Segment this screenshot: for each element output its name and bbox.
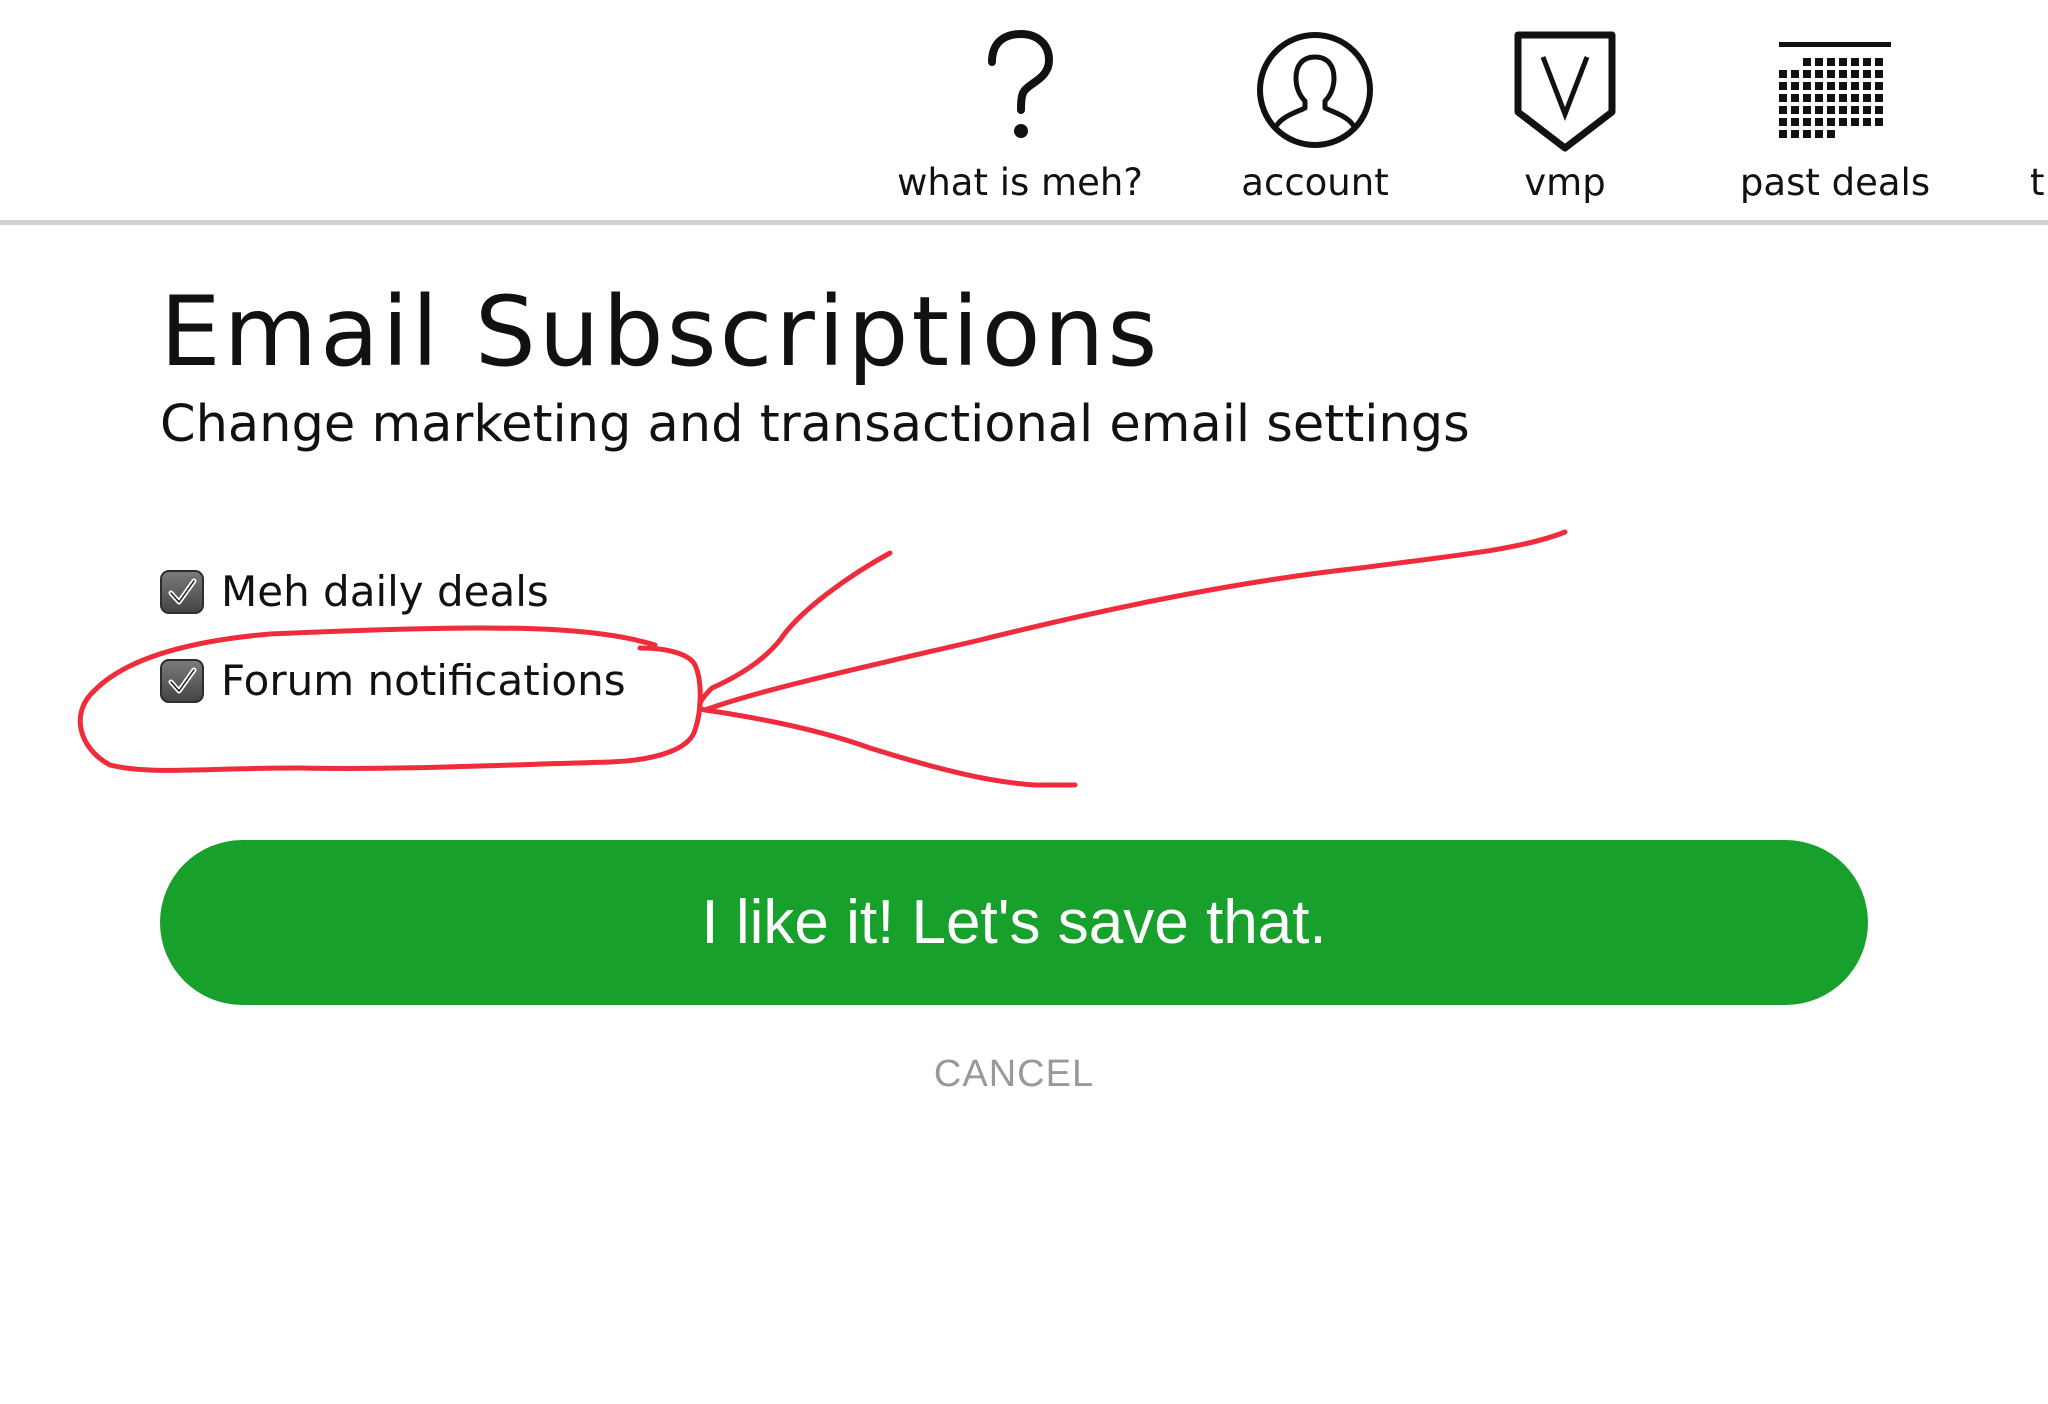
calendar-dot xyxy=(1851,58,1859,66)
page-subtitle: Change marketing and transactional email… xyxy=(160,395,1470,454)
v-shield-icon xyxy=(1513,30,1617,154)
nav-label: account xyxy=(1241,161,1389,204)
calendar-grid-icon xyxy=(1779,42,1891,140)
cancel-link[interactable]: CANCEL xyxy=(860,1050,1168,1098)
calendar-dot xyxy=(1779,94,1787,102)
calendar-dot xyxy=(1863,58,1871,66)
calendar-dot xyxy=(1803,106,1811,114)
calendar-dot xyxy=(1863,106,1871,114)
calendar-dot xyxy=(1815,70,1823,78)
calendar-dot xyxy=(1827,106,1835,114)
calendar-dot xyxy=(1839,82,1847,90)
calendar-dot xyxy=(1779,82,1787,90)
calendar-dot xyxy=(1791,118,1799,126)
calendar-dot xyxy=(1875,94,1883,102)
nav-label: vmp xyxy=(1524,161,1606,204)
calendar-dot xyxy=(1803,70,1811,78)
calendar-dot xyxy=(1851,94,1859,102)
calendar-dot xyxy=(1791,82,1799,90)
calendar-dot xyxy=(1803,94,1811,102)
nav-item-vmp[interactable]: vmp xyxy=(1470,0,1660,225)
calendar-dot xyxy=(1827,130,1835,138)
calendar-dot xyxy=(1779,118,1787,126)
calendar-dot xyxy=(1839,58,1847,66)
checkbox-forum-notifications[interactable] xyxy=(160,659,204,703)
calendar-dot xyxy=(1827,70,1835,78)
nav-label: t xyxy=(2030,161,2045,204)
checkmark-icon xyxy=(168,667,197,694)
calendar-dot xyxy=(1827,118,1835,126)
calendar-dot xyxy=(1791,130,1799,138)
calendar-dot xyxy=(1791,94,1799,102)
calendar-dot xyxy=(1815,118,1823,126)
nav-item-account[interactable]: account xyxy=(1205,0,1425,225)
option-label: Forum notifications xyxy=(221,656,626,705)
calendar-dot xyxy=(1815,130,1823,138)
top-navigation: what is meh? account vmp past deals t xyxy=(0,0,2048,225)
calendar-dot xyxy=(1875,58,1883,66)
calendar-dot xyxy=(1851,118,1859,126)
nav-label: past deals xyxy=(1739,161,1931,204)
calendar-dot xyxy=(1803,130,1811,138)
calendar-dot xyxy=(1803,118,1811,126)
calendar-dot xyxy=(1863,70,1871,78)
calendar-dot xyxy=(1815,82,1823,90)
calendar-dot xyxy=(1779,70,1787,78)
nav-item-what-is-meh[interactable]: what is meh? xyxy=(880,0,1160,225)
calendar-dot xyxy=(1875,118,1883,126)
calendar-dot xyxy=(1875,106,1883,114)
calendar-dot xyxy=(1839,118,1847,126)
option-meh-daily-deals[interactable]: Meh daily deals xyxy=(160,569,549,615)
nav-item-past-deals[interactable]: past deals xyxy=(1720,0,1950,225)
calendar-dot xyxy=(1803,82,1811,90)
calendar-dot xyxy=(1803,58,1811,66)
calendar-dot xyxy=(1815,106,1823,114)
calendar-dot xyxy=(1827,82,1835,90)
checkmark-icon xyxy=(168,578,197,605)
calendar-dot xyxy=(1863,94,1871,102)
calendar-dot xyxy=(1815,58,1823,66)
calendar-dot xyxy=(1851,70,1859,78)
page-title: Email Subscriptions xyxy=(160,276,1161,388)
calendar-dot xyxy=(1863,118,1871,126)
calendar-dot xyxy=(1827,94,1835,102)
option-label: Meh daily deals xyxy=(221,567,549,616)
calendar-dot xyxy=(1875,70,1883,78)
calendar-dot xyxy=(1851,82,1859,90)
calendar-dot xyxy=(1815,94,1823,102)
annotation-arrow xyxy=(697,529,1568,788)
calendar-dot xyxy=(1863,82,1871,90)
option-forum-notifications[interactable]: Forum notifications xyxy=(160,658,626,704)
calendar-dot xyxy=(1839,106,1847,114)
question-mark-icon xyxy=(985,29,1055,142)
calendar-dot xyxy=(1839,94,1847,102)
user-circle-icon xyxy=(1255,30,1375,150)
calendar-dot xyxy=(1827,58,1835,66)
nav-item-truncated[interactable]: t xyxy=(2030,0,2048,225)
calendar-dot xyxy=(1839,70,1847,78)
nav-label: what is meh? xyxy=(897,161,1143,204)
calendar-dot xyxy=(1791,70,1799,78)
calendar-dot xyxy=(1779,106,1787,114)
calendar-dot xyxy=(1851,106,1859,114)
checkbox-meh-daily-deals[interactable] xyxy=(160,570,204,614)
save-button[interactable]: I like it! Let's save that. xyxy=(160,840,1868,1005)
calendar-dot xyxy=(1779,130,1787,138)
calendar-dot xyxy=(1791,106,1799,114)
calendar-dot xyxy=(1875,82,1883,90)
